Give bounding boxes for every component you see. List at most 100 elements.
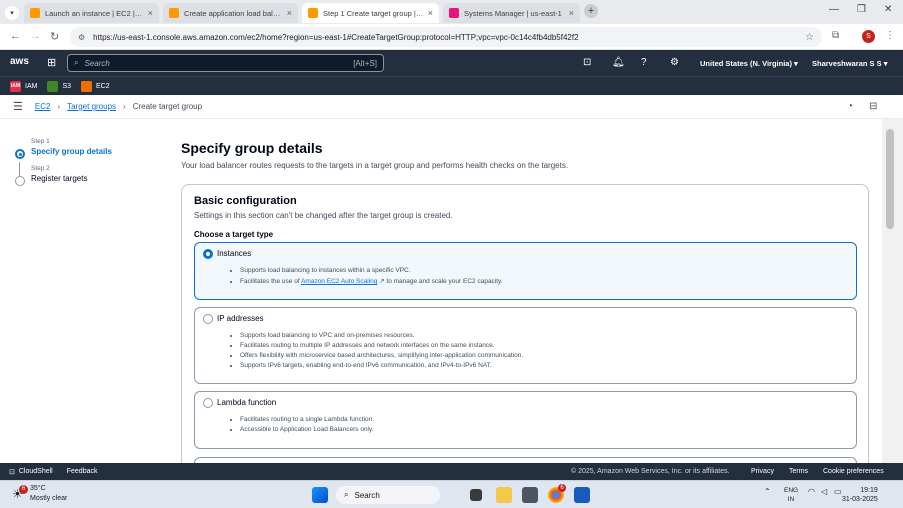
battery-icon[interactable]: ▭ — [834, 487, 842, 496]
favorite-s3[interactable]: S3 — [47, 80, 71, 92]
radio-ip-addresses[interactable] — [203, 314, 213, 324]
favorite-label: EC2 — [96, 82, 110, 90]
page-subtitle: Your load balancer routes requests to th… — [181, 161, 569, 170]
url-field[interactable]: ⚙ https://us-east-1.console.aws.amazon.c… — [70, 27, 822, 47]
browser-tab[interactable]: Create application load balanc... × — [163, 3, 298, 23]
browser-tab[interactable]: Systems Manager | us-east-1 × — [443, 3, 580, 23]
bookmark-star-icon[interactable]: ☆ — [805, 32, 814, 43]
favorite-iam[interactable]: IAM IAM — [10, 80, 38, 92]
restore-icon[interactable]: ❐ — [857, 4, 866, 15]
radio-lambda-function[interactable] — [203, 398, 213, 408]
wizard-step-2[interactable]: Step 2 Register targets — [15, 165, 165, 186]
tab-search-icon[interactable]: ▾ — [5, 6, 19, 20]
bullet-item: Offers flexibility with microservice bas… — [240, 352, 523, 359]
panel-description: Settings in this section can't be change… — [194, 211, 453, 220]
search-shortcut: [Alt+S] — [353, 58, 377, 68]
services-grid-icon[interactable]: ⊞ — [47, 56, 56, 69]
privacy-link[interactable]: Privacy — [751, 468, 774, 475]
wizard-step-1[interactable]: Step 1 Specify group details — [15, 138, 165, 159]
url-text: https://us-east-1.console.aws.amazon.com… — [93, 32, 579, 42]
account-menu[interactable]: Sharveshwaran S S ▾ — [812, 59, 887, 68]
external-link-icon: ↗ — [379, 278, 385, 285]
system-clock[interactable]: 19:19 31-03-2025 — [842, 486, 878, 504]
bullet-item: Supports IPv6 targets, enabling end-to-e… — [240, 362, 523, 369]
site-info-icon[interactable]: ⚙ — [78, 33, 85, 42]
browser-tab-bar: ▾ Launch an instance | EC2 | us-e... × C… — [0, 0, 903, 24]
language-code: ENG — [784, 487, 799, 494]
feedback-link[interactable]: Feedback — [67, 468, 98, 475]
aws-search-input[interactable]: ⌕ Search [Alt+S] — [67, 54, 384, 72]
taskbar-search[interactable]: ⌕ Search — [336, 486, 440, 504]
terms-link[interactable]: Terms — [789, 468, 808, 475]
browser-tab[interactable]: Launch an instance | EC2 | us-e... × — [24, 3, 159, 23]
account-name: Sharveshwaran S S — [812, 59, 882, 68]
page-title: Specify group details — [181, 140, 323, 156]
target-type-lambda-function[interactable]: Lambda function Facilitates routing to a… — [194, 391, 857, 449]
notifications-bell-icon[interactable]: 🔔︎ — [612, 57, 625, 68]
favorite-ec2[interactable]: EC2 — [81, 80, 110, 92]
systems-manager-favicon-icon — [449, 8, 459, 18]
close-tab-icon[interactable]: × — [569, 8, 574, 18]
breadcrumb-ec2[interactable]: EC2 — [35, 102, 51, 111]
app-icon[interactable] — [522, 487, 538, 503]
task-view-icon[interactable] — [470, 489, 482, 501]
windows-taskbar: ☀ 6 35°C Mostly clear ⌕ Search 6 ⌃ ENG I… — [0, 480, 903, 508]
chevron-right-icon: › — [57, 102, 61, 111]
file-explorer-icon[interactable] — [496, 487, 512, 503]
hamburger-menu-icon[interactable]: ☰ — [13, 100, 23, 113]
favorite-label: IAM — [25, 82, 38, 90]
taskbar-search-label: Search — [354, 490, 380, 500]
breadcrumb-target-groups[interactable]: Target groups — [67, 102, 116, 111]
browser-menu-icon[interactable]: ⋮ — [885, 30, 895, 41]
page-scrollbar[interactable] — [882, 119, 903, 463]
extensions-icon[interactable]: ⧉ — [832, 30, 839, 41]
cookie-preferences-link[interactable]: Cookie preferences — [823, 468, 884, 475]
back-icon[interactable]: ← — [10, 30, 21, 42]
chrome-badge: 6 — [558, 484, 566, 492]
settings-gear-icon[interactable]: ⚙ — [670, 57, 679, 68]
basic-configuration-panel: Basic configuration Settings in this sec… — [181, 184, 869, 474]
radio-instances[interactable] — [203, 249, 213, 259]
browser-tab-active[interactable]: Step 1 Create target group | EC... × — [302, 3, 439, 23]
target-type-ip-addresses[interactable]: IP addresses Supports load balancing to … — [194, 307, 857, 384]
windows-start-icon[interactable] — [312, 487, 328, 503]
tab-title: Create application load balanc... — [184, 8, 283, 18]
new-tab-icon[interactable]: + — [584, 4, 598, 18]
close-tab-icon[interactable]: × — [287, 8, 292, 18]
panel-heading: Basic configuration — [194, 195, 297, 207]
wifi-icon[interactable]: ◠ — [808, 487, 815, 496]
word-icon[interactable] — [574, 487, 590, 503]
info-panel-icon[interactable]: ◔ — [847, 101, 853, 112]
target-type-instances[interactable]: Instances Supports load balancing to ins… — [194, 242, 857, 300]
language-indicator[interactable]: ENG IN — [784, 486, 798, 504]
aws-logo[interactable]: aws — [10, 56, 29, 67]
weather-desc: Mostly clear — [30, 495, 68, 502]
minimize-icon[interactable]: — — [829, 4, 839, 15]
bullet-text: Facilitates the use of — [240, 278, 300, 285]
chevron-right-icon: › — [123, 102, 126, 111]
bullet-item: Facilitates routing to multiple IP addre… — [240, 342, 523, 349]
s3-service-icon — [47, 80, 59, 92]
notifications-panel-icon[interactable]: ⊟ — [869, 101, 877, 112]
option-bullets: Supports load balancing to VPC and on-pr… — [240, 332, 523, 372]
scrollbar-thumb[interactable] — [886, 129, 894, 229]
profile-avatar[interactable]: S — [862, 30, 875, 43]
cloudshell-icon[interactable]: ⊡ — [583, 57, 591, 68]
close-tab-icon[interactable]: × — [428, 8, 433, 18]
close-tab-icon[interactable]: × — [148, 8, 153, 18]
option-bullets: Facilitates routing to a single Lambda f… — [240, 416, 374, 436]
reload-icon[interactable]: ↻ — [50, 30, 59, 43]
aws-footer: ⊡ CloudShell Feedback © 2025, Amazon Web … — [0, 463, 903, 480]
forward-icon[interactable]: → — [30, 30, 41, 42]
close-window-icon[interactable]: ✕ — [884, 4, 892, 15]
volume-icon[interactable]: ◁ — [821, 487, 827, 496]
show-hidden-icons-icon[interactable]: ⌃ — [764, 487, 771, 496]
option-label: Lambda function — [217, 398, 277, 407]
region-selector[interactable]: United States (N. Virginia) ▾ — [700, 59, 798, 68]
cloudshell-label: CloudShell — [18, 468, 53, 475]
cloudshell-button[interactable]: ⊡ CloudShell — [9, 468, 53, 476]
step-number: Step 2 — [31, 165, 50, 172]
bullet-item: Facilitates the use of Amazon EC2 Auto S… — [240, 277, 503, 285]
help-icon[interactable]: ? — [641, 57, 647, 68]
ec2-auto-scaling-link[interactable]: Amazon EC2 Auto Scaling — [301, 278, 377, 285]
